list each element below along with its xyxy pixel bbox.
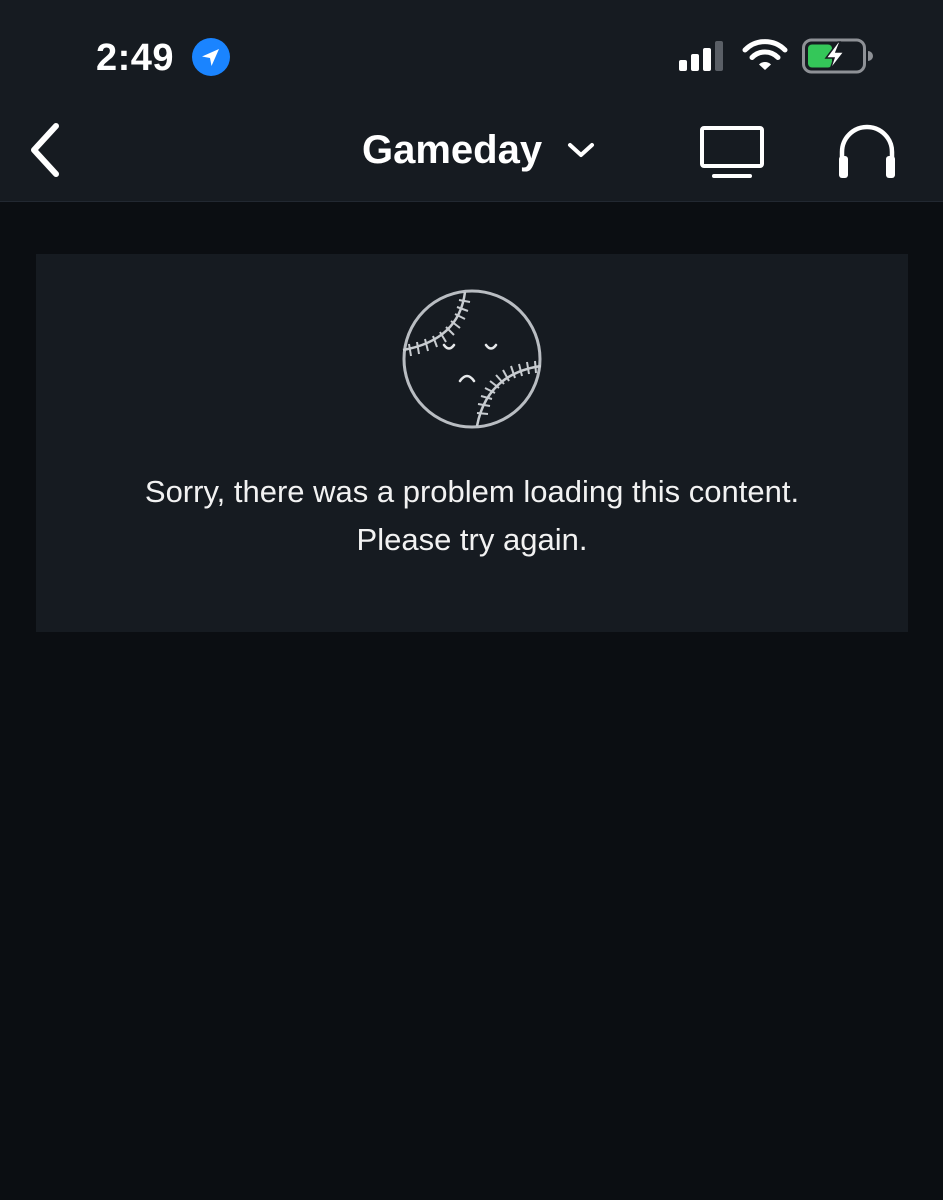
chevron-left-icon (31, 123, 59, 177)
location-arrow-icon (192, 38, 230, 76)
chevron-down-icon (568, 143, 595, 157)
back-button[interactable] (22, 120, 72, 180)
app-screen: 2:49 Gameday Sorry, there was a problem … (0, 0, 943, 1200)
status-bar: 2:49 (0, 0, 943, 112)
battery-charging-icon (802, 38, 873, 74)
error-message: Sorry, there was a problem loading this … (36, 468, 908, 564)
error-card: Sorry, there was a problem loading this … (36, 254, 908, 632)
headphones-icon (839, 124, 895, 178)
tv-icon (700, 126, 764, 178)
tv-button[interactable] (698, 124, 766, 180)
top-bar: 2:49 Gameday (0, 0, 943, 202)
sad-baseball-icon (402, 289, 542, 429)
cellular-signal-icon (679, 41, 723, 71)
audio-button[interactable] (834, 122, 900, 182)
title-dropdown[interactable]: Gameday (362, 124, 596, 176)
error-message-line-2: Please try again. (356, 522, 588, 557)
wifi-icon (742, 39, 788, 70)
navigation-bar: Gameday (0, 112, 943, 201)
page-title: Gameday (362, 128, 543, 172)
status-time: 2:49 (96, 37, 175, 79)
error-message-line-1: Sorry, there was a problem loading this … (144, 474, 800, 509)
